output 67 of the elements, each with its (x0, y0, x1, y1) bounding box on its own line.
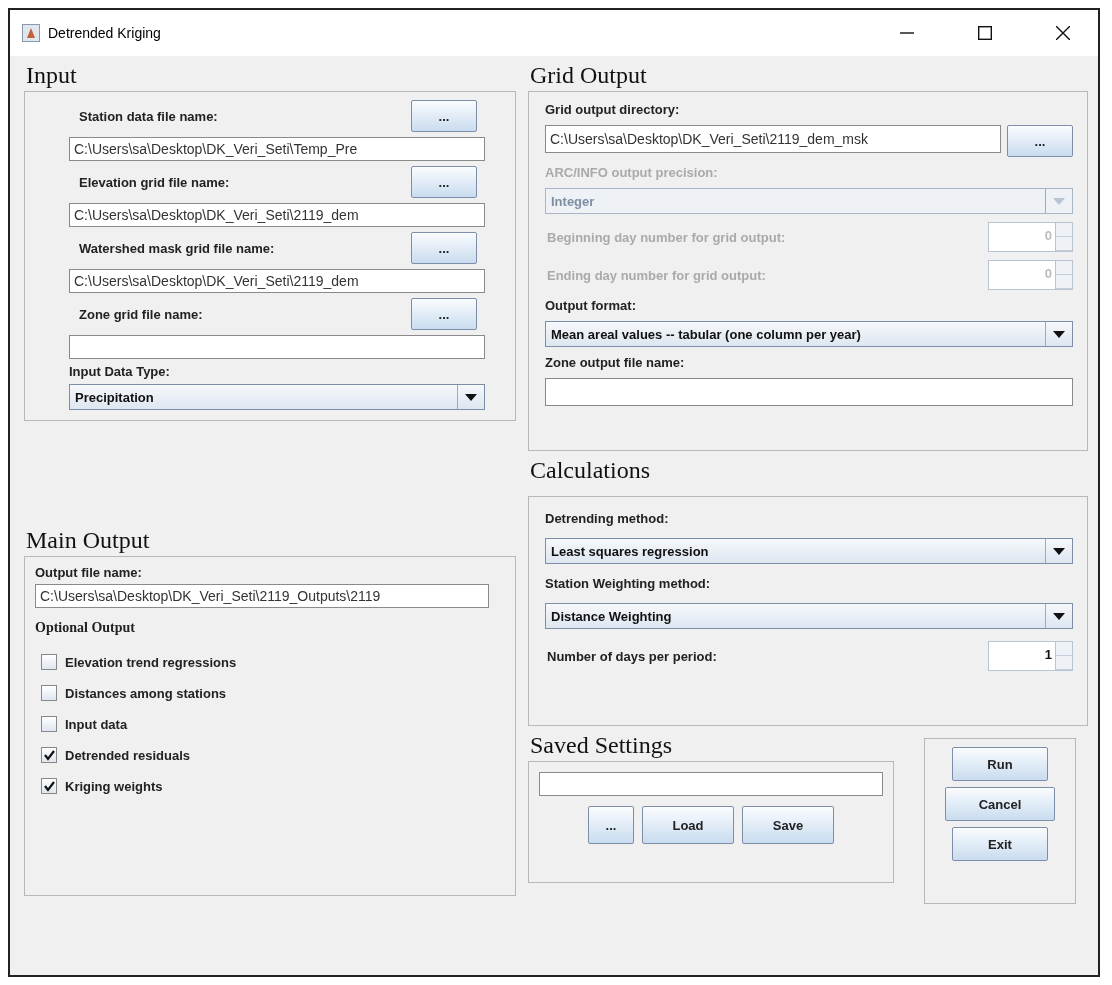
dropdown[interactable]: Precipitation (69, 384, 485, 410)
minimize-icon (900, 32, 914, 34)
field-label: Detrending method: (545, 511, 670, 526)
field-label: Zone output file name: (545, 355, 686, 370)
field-label: Watershed mask grid file name: (79, 240, 275, 256)
field-label: Input Data Type: (69, 364, 171, 379)
field-label: Grid output directory: (545, 102, 681, 117)
browse-button[interactable]: ... (588, 806, 634, 844)
action-button[interactable]: Cancel (945, 787, 1055, 821)
text-field[interactable]: C:\Users\sa\Desktop\DK_Veri_Seti\2119_Outputs\2119 (35, 584, 489, 608)
field-label: Station data file name: (79, 108, 218, 124)
action-button[interactable]: Exit (952, 827, 1048, 861)
text-field[interactable] (69, 335, 485, 359)
field-label: ARC/INFO output precision: (545, 165, 719, 180)
dropdown[interactable]: Mean areal values -- tabular (one column per year) (545, 321, 1073, 347)
field-label: Elevation grid file name: (79, 174, 230, 190)
caret-icon (1053, 330, 1065, 338)
text-field[interactable]: C:\Users\sa\Desktop\DK_Veri_Seti\2119_dem (69, 269, 485, 293)
section-heading: Input (26, 62, 78, 89)
field-label: Output file name: (35, 565, 143, 580)
checkbox[interactable] (41, 716, 57, 732)
section-heading: Grid Output (530, 62, 648, 89)
caret-icon (465, 393, 477, 401)
action-button[interactable]: Load (642, 806, 734, 844)
checkbox[interactable] (41, 685, 57, 701)
checkbox-label: Detrended residuals (65, 747, 190, 763)
action-button[interactable]: Run (952, 747, 1048, 781)
field-label: Zone grid file name: (79, 306, 203, 322)
field-label: Output format: (545, 298, 637, 313)
checkbox-label: Distances among stations (65, 685, 227, 701)
section-heading: Calculations (530, 457, 651, 484)
field-label: Number of days per period: (547, 648, 717, 664)
caret-icon (1053, 547, 1065, 555)
field-label: Ending day number for grid output: (547, 267, 766, 283)
subsection-heading: Optional Output (35, 620, 136, 636)
field-label: Station Weighting method: (545, 576, 712, 591)
checkbox-label: Input data (65, 716, 128, 732)
browse-button[interactable]: ... (411, 232, 477, 264)
text-field[interactable]: C:\Users\sa\Desktop\DK_Veri_Seti\Temp_Pre (69, 137, 485, 161)
dropdown[interactable]: Distance Weighting (545, 603, 1073, 629)
checkbox-label: Elevation trend regressions (65, 654, 237, 670)
text-field[interactable]: C:\Users\sa\Desktop\DK_Veri_Seti\2119_dem_msk (545, 125, 1001, 153)
checkbox[interactable] (41, 778, 57, 794)
checkbox-label: Kriging weights (65, 778, 163, 794)
check-icon (43, 780, 55, 792)
field-label: Beginning day number for grid output: (547, 229, 786, 245)
checkbox[interactable] (41, 747, 57, 763)
text-field[interactable]: C:\Users\sa\Desktop\DK_Veri_Seti\2119_dem (69, 203, 485, 227)
browse-button[interactable]: ... (411, 166, 477, 198)
browse-button[interactable]: ... (411, 298, 477, 330)
caret-icon (1053, 612, 1065, 620)
close-icon (1056, 26, 1070, 40)
text-field[interactable] (539, 772, 883, 796)
window-title: Detrended Kriging (48, 25, 162, 41)
dropdown[interactable]: Least squares regression (545, 538, 1073, 564)
browse-button[interactable]: ... (411, 100, 477, 132)
section-heading: Main Output (26, 527, 151, 554)
checkbox[interactable] (41, 654, 57, 670)
action-button[interactable]: Save (742, 806, 834, 844)
number-spinner[interactable]: 1 (988, 641, 1073, 671)
section-heading: Saved Settings (530, 732, 673, 759)
caret-icon (1053, 197, 1065, 205)
maximize-icon (978, 26, 992, 40)
app-icon (22, 24, 40, 42)
check-icon (43, 749, 55, 761)
browse-button[interactable]: ... (1007, 125, 1073, 157)
text-field[interactable] (545, 378, 1073, 406)
